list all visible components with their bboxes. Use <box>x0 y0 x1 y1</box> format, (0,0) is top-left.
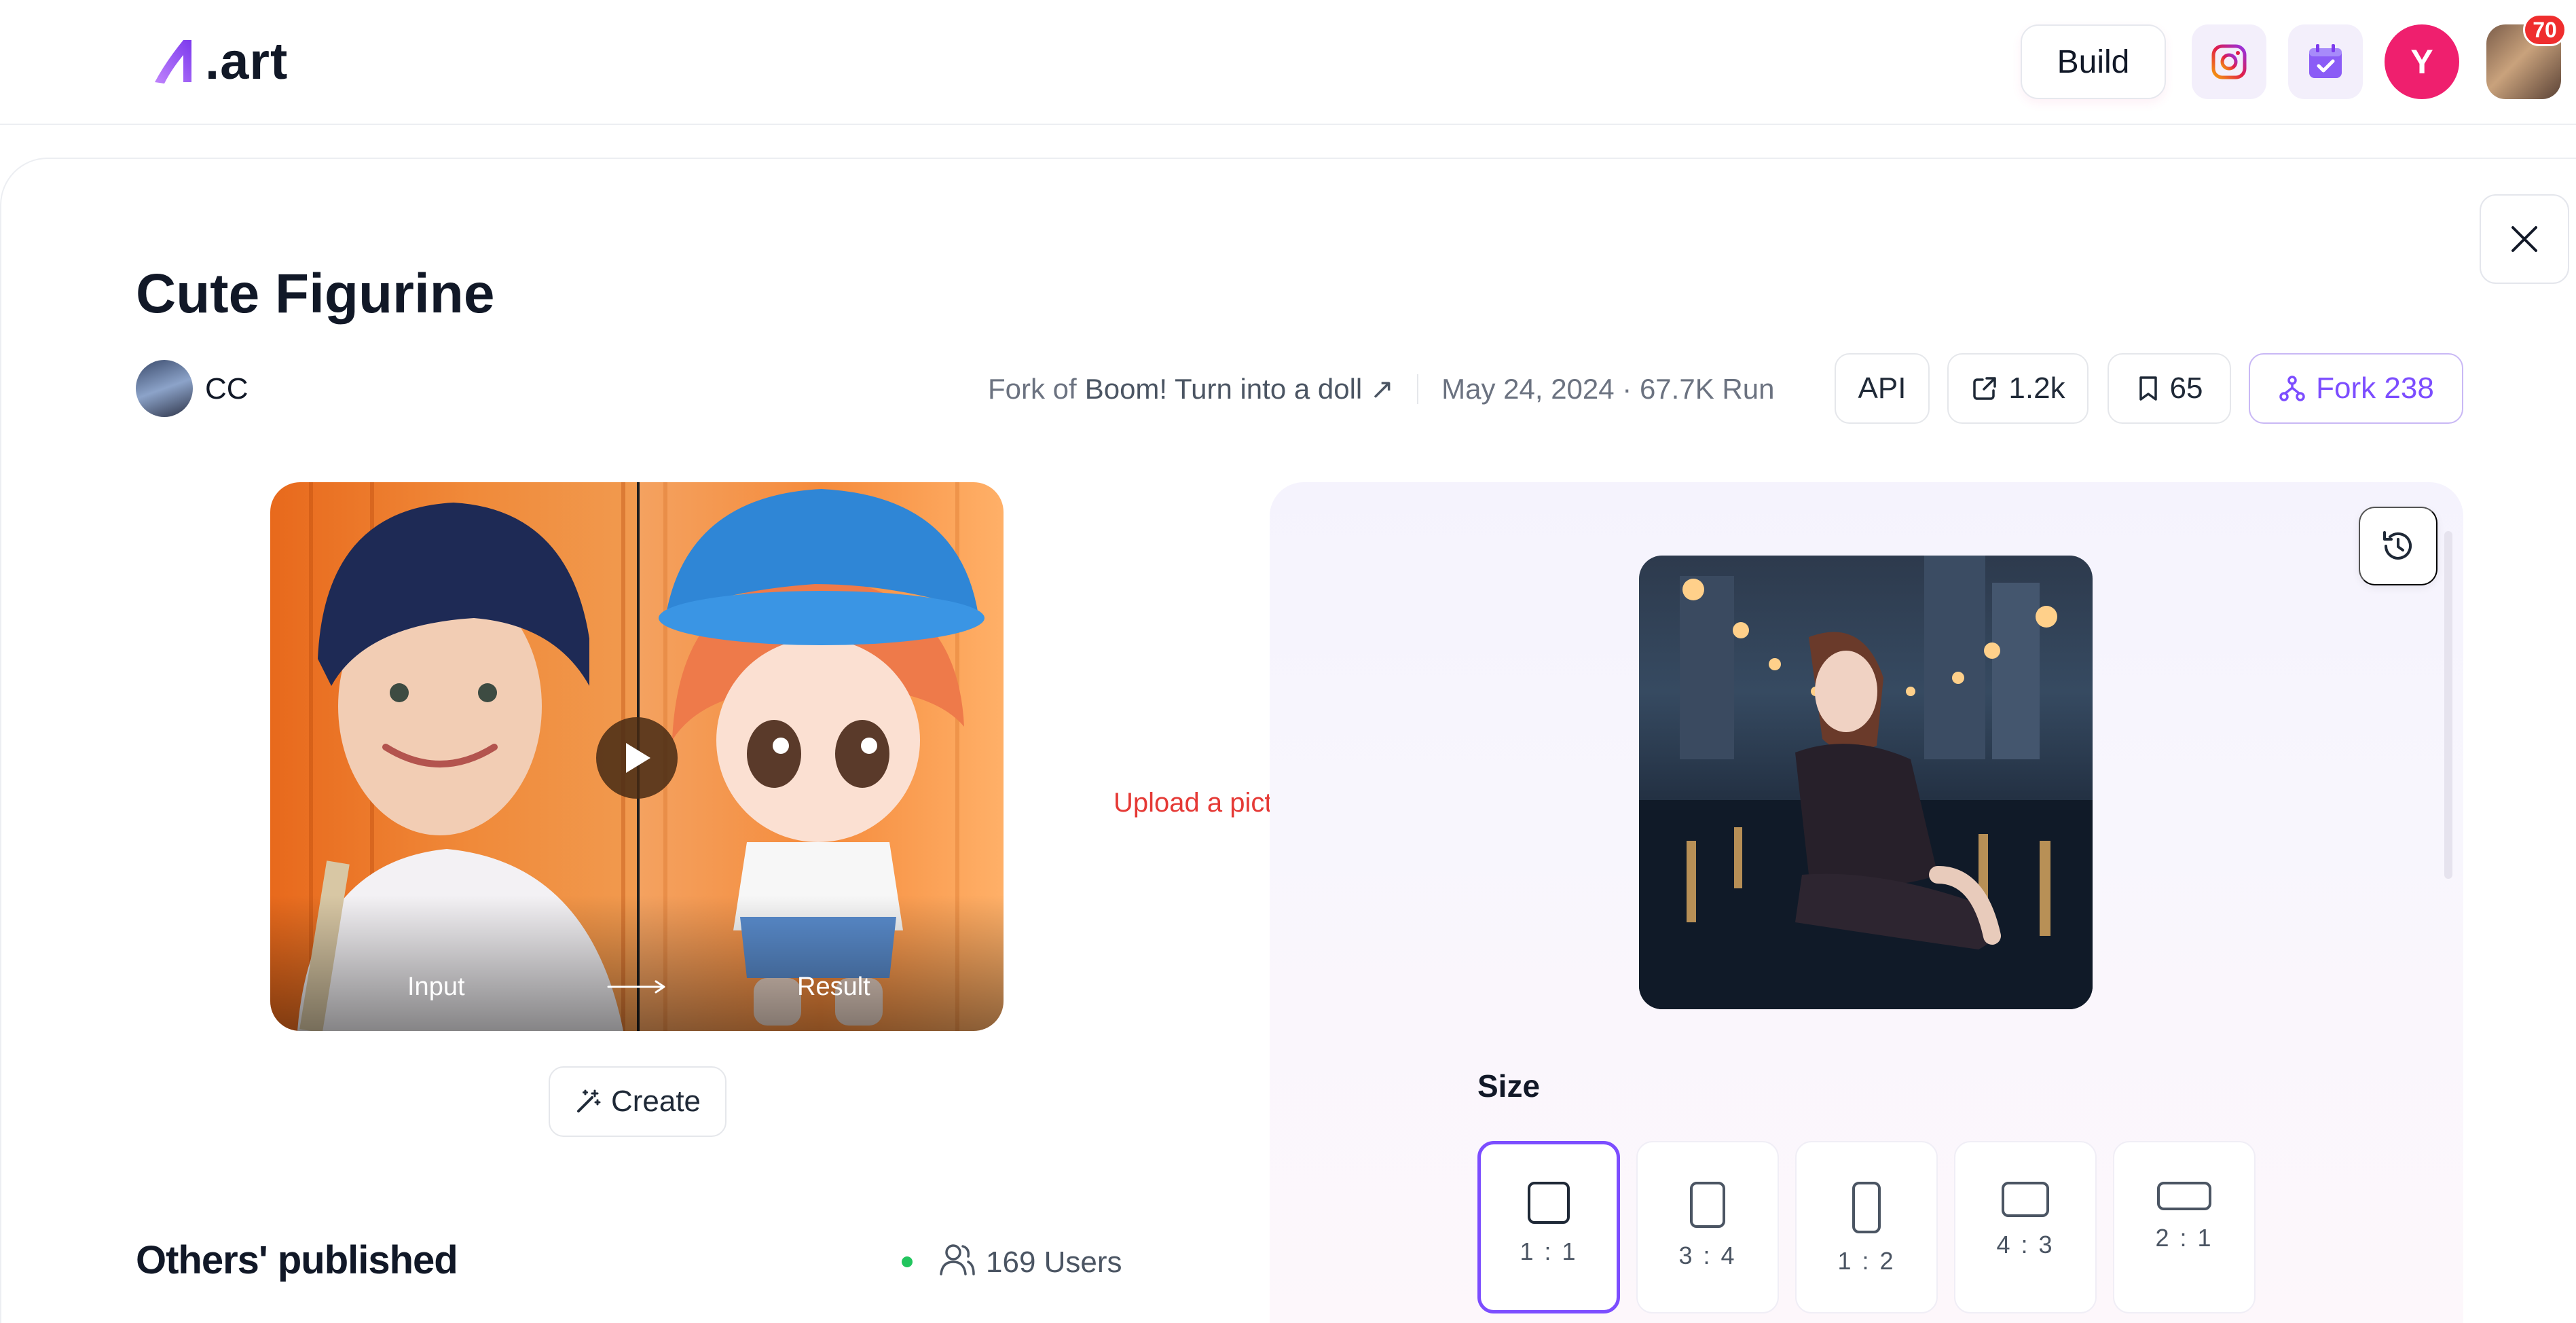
bookmark-button[interactable]: 65 <box>2108 353 2231 424</box>
preview-comparison[interactable] <box>270 482 1004 1031</box>
uploaded-picture-illustration <box>1639 556 2093 1009</box>
close-button[interactable] <box>2480 194 2569 284</box>
create-label: Create <box>610 1085 701 1118</box>
logo-mark-icon <box>155 40 191 84</box>
notification-badge: 70 <box>2523 14 2566 46</box>
ratio-portrait-icon <box>1690 1182 1725 1228</box>
bookmark-icon <box>2139 376 2157 401</box>
top-navigation-bar: .art Build Y 70 <box>0 0 2576 125</box>
ratio-option-1-2[interactable]: 1 : 2 <box>1795 1141 1938 1313</box>
ratio-wide-icon <box>2157 1182 2211 1210</box>
user-avatar-initial[interactable]: Y <box>2385 24 2459 99</box>
ratio-option-2-1[interactable]: 2 : 1 <box>2113 1141 2256 1313</box>
instagram-icon <box>2211 44 2247 79</box>
preview-gradient <box>270 895 1004 1031</box>
calendar-check-icon <box>2309 44 2342 78</box>
ratio-option-3-4[interactable]: 3 : 4 <box>1636 1141 1779 1313</box>
uploaded-picture[interactable] <box>1639 556 2093 1009</box>
author-name[interactable]: CC <box>205 372 249 406</box>
play-button[interactable] <box>596 717 678 799</box>
app-meta: Fork of Boom! Turn into a doll ↗ May 24,… <box>988 372 1774 405</box>
fork-button[interactable]: Fork 238 <box>2249 353 2463 424</box>
api-button[interactable]: API <box>1835 353 1930 424</box>
author-avatar[interactable] <box>136 360 193 417</box>
ratio-label: 2 : 1 <box>2155 1224 2213 1252</box>
publish-info: May 24, 2024 · 67.7K Run <box>1441 372 1775 405</box>
ratio-landscape-icon <box>2002 1182 2049 1217</box>
ratio-label: 4 : 3 <box>1996 1231 2055 1258</box>
ratio-label: 1 : 2 <box>1837 1247 1896 1275</box>
magic-wand-icon <box>576 1089 601 1112</box>
input-label: Input <box>407 973 465 1001</box>
fork-label: Fork 238 <box>2316 371 2434 405</box>
arrow-right-icon <box>607 980 665 994</box>
play-icon <box>626 743 650 773</box>
fork-prefix: Fork of <box>988 372 1077 405</box>
api-label: API <box>1858 371 1907 405</box>
form-scrollbar[interactable] <box>2444 531 2452 879</box>
users-count: 169 Users <box>986 1246 1122 1279</box>
share-count: 1.2k <box>2008 371 2065 405</box>
ratio-label: 1 : 1 <box>1520 1237 1578 1265</box>
create-button[interactable]: Create <box>549 1066 726 1137</box>
fork-icon <box>2279 376 2305 401</box>
bookmark-count: 65 <box>2169 371 2203 405</box>
result-label: Result <box>797 973 870 1001</box>
ratio-label: 3 : 4 <box>1678 1242 1737 1269</box>
fork-source-link[interactable]: Boom! Turn into a doll ↗ <box>1085 372 1394 405</box>
size-label: Size <box>1477 1068 1541 1104</box>
calendar-button[interactable] <box>2288 24 2363 99</box>
history-button[interactable] <box>2359 507 2437 585</box>
others-published-heading: Others' published <box>136 1238 458 1282</box>
users-icon <box>940 1244 975 1275</box>
page-title: Cute Figurine <box>136 263 495 325</box>
logo[interactable]: .art <box>151 27 288 95</box>
instagram-button[interactable] <box>2192 24 2266 99</box>
history-icon <box>2383 531 2412 560</box>
ratio-option-4-3[interactable]: 4 : 3 <box>1954 1141 2097 1313</box>
online-status-dot <box>902 1256 913 1267</box>
ratio-tall-icon <box>1852 1182 1881 1233</box>
share-icon <box>1973 377 1997 400</box>
build-button[interactable]: Build <box>2021 24 2166 99</box>
meta-divider <box>1417 374 1419 404</box>
ratio-option-1-1[interactable]: 1 : 1 <box>1477 1141 1620 1313</box>
logo-text: .art <box>205 32 289 90</box>
ratio-square-icon <box>1528 1182 1570 1224</box>
share-button[interactable]: 1.2k <box>1947 353 2089 424</box>
close-icon <box>2511 226 2537 252</box>
